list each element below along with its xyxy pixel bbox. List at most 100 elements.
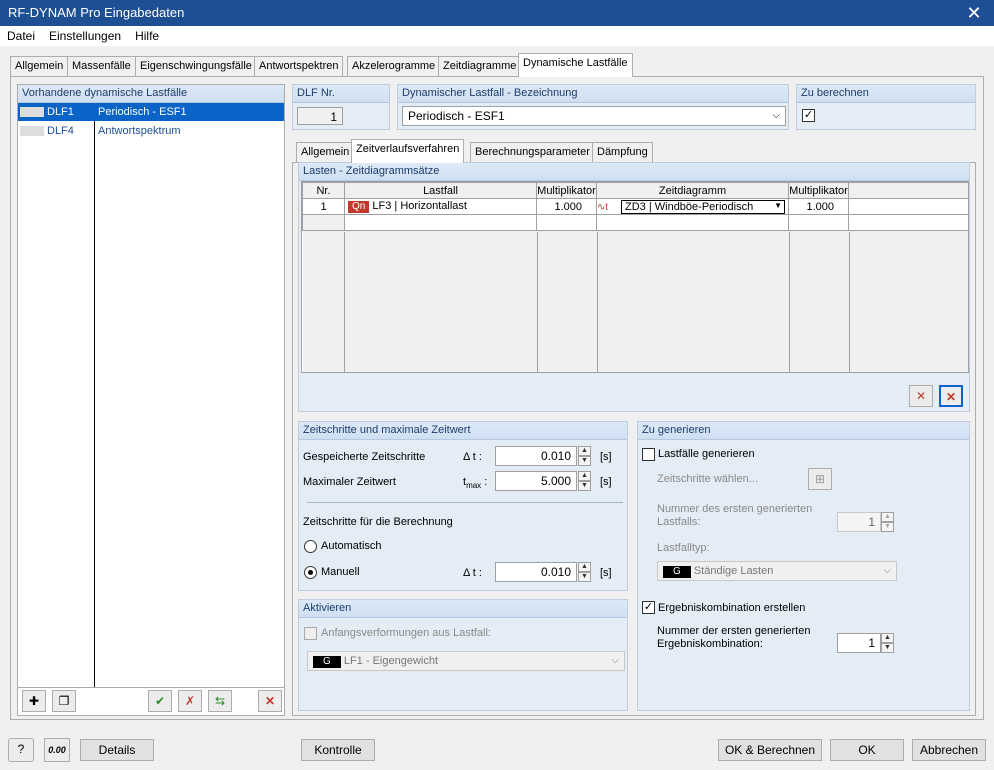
spin-up-icon[interactable]: ▲ (578, 562, 591, 572)
tab-eigenschwingungsfaelle[interactable]: Eigenschwingungsfälle (135, 56, 257, 77)
kombi-label: Ergebniskombination erstellen (658, 602, 806, 614)
window-title: RF-DYNAM Pro Eingabedaten (0, 0, 994, 26)
kombi-checkbox[interactable]: ✓ (642, 601, 655, 614)
subtab-daempfung[interactable]: Dämpfung (592, 142, 653, 163)
toggle-check-icon[interactable]: ⇆ (208, 690, 232, 712)
spin-up-icon[interactable]: ▲ (881, 512, 894, 522)
abbrechen-button[interactable]: Abbrechen (912, 739, 986, 761)
close-icon[interactable]: ✕ (954, 0, 994, 26)
spin-up-icon[interactable]: ▲ (578, 446, 591, 456)
col-zeitdiagramm: Zeitdiagramm (596, 182, 789, 199)
kombi-nummer-label: Nummer der ersten generierten (657, 625, 811, 637)
menu-datei[interactable]: Datei (0, 26, 42, 43)
tab-massenfaelle[interactable]: Massenfälle (67, 56, 136, 77)
details-button[interactable]: Details (80, 739, 154, 761)
list-item[interactable]: DLF1 Periodisch - ESF1 (18, 103, 284, 121)
zu-berechnen-checkbox[interactable]: ✓ (802, 109, 815, 122)
delete-lastfall-icon[interactable]: ✕ (258, 690, 282, 712)
grid-line (849, 232, 850, 372)
uncheck-all-icon[interactable]: ✗ (178, 690, 202, 712)
check-all-icon[interactable]: ✔ (148, 690, 172, 712)
wave-icon: ∿t (597, 201, 609, 213)
anfangs-checkbox[interactable] (304, 627, 317, 640)
chevron-down-icon: ⌵ (883, 565, 891, 576)
max-label: Maximaler Zeitwert (303, 476, 396, 488)
grid-line (344, 232, 345, 372)
bezeichnung-title: Dynamischer Lastfall - Bezeichnung (398, 85, 788, 103)
max-symbol-sub: max (466, 481, 482, 491)
dlf-nr-group: DLF Nr. 1 (292, 84, 390, 130)
lastfaelle-checkbox[interactable] (642, 448, 655, 461)
tab-dynamische-lastfaelle[interactable]: Dynamische Lastfälle (518, 53, 633, 77)
new-lastfall-icon[interactable]: ✚ (22, 690, 46, 712)
anfangs-select[interactable]: G LF1 - Eigengewicht ⌵ (307, 651, 625, 671)
menu-einstellungen[interactable]: Einstellungen (42, 26, 128, 43)
spin-down-icon[interactable]: ▼ (881, 643, 894, 653)
grid-line (597, 232, 598, 372)
cell-multiplikator-2[interactable]: 1.000 (788, 198, 849, 215)
cell-multiplikator[interactable]: 1.000 (536, 198, 597, 215)
zeitschritte-group: Zeitschritte und maximale Zeitwert Gespe… (298, 421, 628, 591)
bezeichnung-group: Dynamischer Lastfall - Bezeichnung Perio… (397, 84, 789, 130)
gespeichert-input[interactable]: 0.010 (495, 446, 577, 466)
list-item[interactable]: DLF4 Antwortspektrum (18, 122, 284, 140)
col-multiplikator: Multiplikator (536, 182, 597, 199)
spin-down-icon[interactable]: ▼ (578, 481, 591, 491)
copy-lastfall-icon[interactable]: ❐ (52, 690, 76, 712)
tab-akzelerogramme[interactable]: Akzelerogramme (347, 56, 441, 77)
subtab-allgemein[interactable]: Allgemein (296, 142, 355, 163)
lastfall-color-swatch (20, 126, 44, 136)
zu-berechnen-group: Zu berechnen ✓ (796, 84, 976, 130)
spin-up-icon[interactable]: ▲ (578, 471, 591, 481)
spin-down-icon[interactable]: ▼ (578, 456, 591, 466)
delete-row-icon[interactable]: ✕ (909, 385, 933, 407)
cell-lastfall[interactable]: Qn LF3 | Horizontallast (344, 198, 537, 215)
automatisch-radio[interactable] (304, 540, 317, 553)
zeitschritte-waehlen-icon[interactable]: ⊞ (808, 468, 832, 490)
anfangs-value: LF1 - Eigengewicht (343, 655, 439, 667)
kombi-nummer-label-2: Ergebniskombination: (657, 638, 763, 650)
tab-antwortspektren[interactable]: Antwortspektren (254, 56, 344, 77)
spin-down-icon[interactable]: ▼ (881, 522, 894, 532)
subtab-zeitverlaufsverfahren[interactable]: Zeitverlaufsverfahren (351, 139, 465, 163)
lastfalltyp-select[interactable]: G Ständige Lasten ⌵ (657, 561, 897, 581)
spin-up-icon[interactable]: ▲ (881, 633, 894, 643)
manuell-radio[interactable] (304, 566, 317, 579)
zeitschritte-waehlen-label: Zeitschritte wählen... (657, 473, 758, 485)
zu-berechnen-title: Zu berechnen (797, 85, 975, 103)
lastfall-list-panel: Vorhandene dynamische Lastfälle DLF1 Per… (17, 84, 285, 716)
grid-line (537, 232, 538, 372)
zeitdiagramm-select[interactable]: ZD3 | Windböe-Periodisch ▼ (621, 199, 785, 214)
ok-berechnen-button[interactable]: OK & Berechnen (718, 739, 822, 761)
tab-allgemein[interactable]: Allgemein (10, 56, 69, 77)
gespeichert-label: Gespeicherte Zeitschritte (303, 451, 426, 463)
zeitschritte-title: Zeitschritte und maximale Zeitwert (299, 422, 627, 440)
help-icon[interactable]: ? (8, 738, 34, 762)
kombi-nummer-input[interactable]: 1 (837, 633, 881, 653)
ok-button[interactable]: OK (830, 739, 904, 761)
table-row[interactable]: 1 Qn LF3 | Horizontallast 1.000 ∿t ZD3 | … (302, 198, 968, 215)
col-lastfall: Lastfall (344, 182, 537, 199)
bezeichnung-select[interactable]: Periodisch - ESF1 ⌵ (402, 106, 786, 126)
cell-zeitdiagramm[interactable]: ∿t ZD3 | Windböe-Periodisch ▼ (596, 198, 789, 215)
kontrolle-button[interactable]: Kontrolle (301, 739, 375, 761)
zu-generieren-group: Zu generieren Lastfälle generieren Zeits… (637, 421, 970, 711)
unit-label: [s] (600, 476, 612, 488)
calculator-icon[interactable]: 0.00 (44, 738, 70, 762)
lastfall-type-badge: Qn (348, 201, 370, 213)
lastfall-type-badge: G (313, 656, 341, 668)
max-input[interactable]: 5.000 (495, 471, 577, 491)
aktivieren-group: Aktivieren Anfangsverformungen aus Lastf… (298, 599, 628, 711)
subtab-berechnungsparameter[interactable]: Berechnungsparameter (470, 142, 595, 163)
menu-hilfe[interactable]: Hilfe (128, 26, 166, 43)
nummer-input[interactable]: 1 (837, 512, 881, 532)
col-multiplikator-2: Multiplikator (788, 182, 849, 199)
manuell-input[interactable]: 0.010 (495, 562, 577, 582)
spin-down-icon[interactable]: ▼ (578, 572, 591, 582)
max-symbol-colon: : (481, 476, 488, 488)
tab-zeitdiagramme[interactable]: Zeitdiagramme (438, 56, 522, 77)
delete-all-icon[interactable]: ✕ (939, 385, 963, 407)
list-item-id: DLF4 (47, 125, 74, 137)
menu-bar: Datei Einstellungen Hilfe (0, 26, 994, 46)
separator (307, 502, 623, 503)
